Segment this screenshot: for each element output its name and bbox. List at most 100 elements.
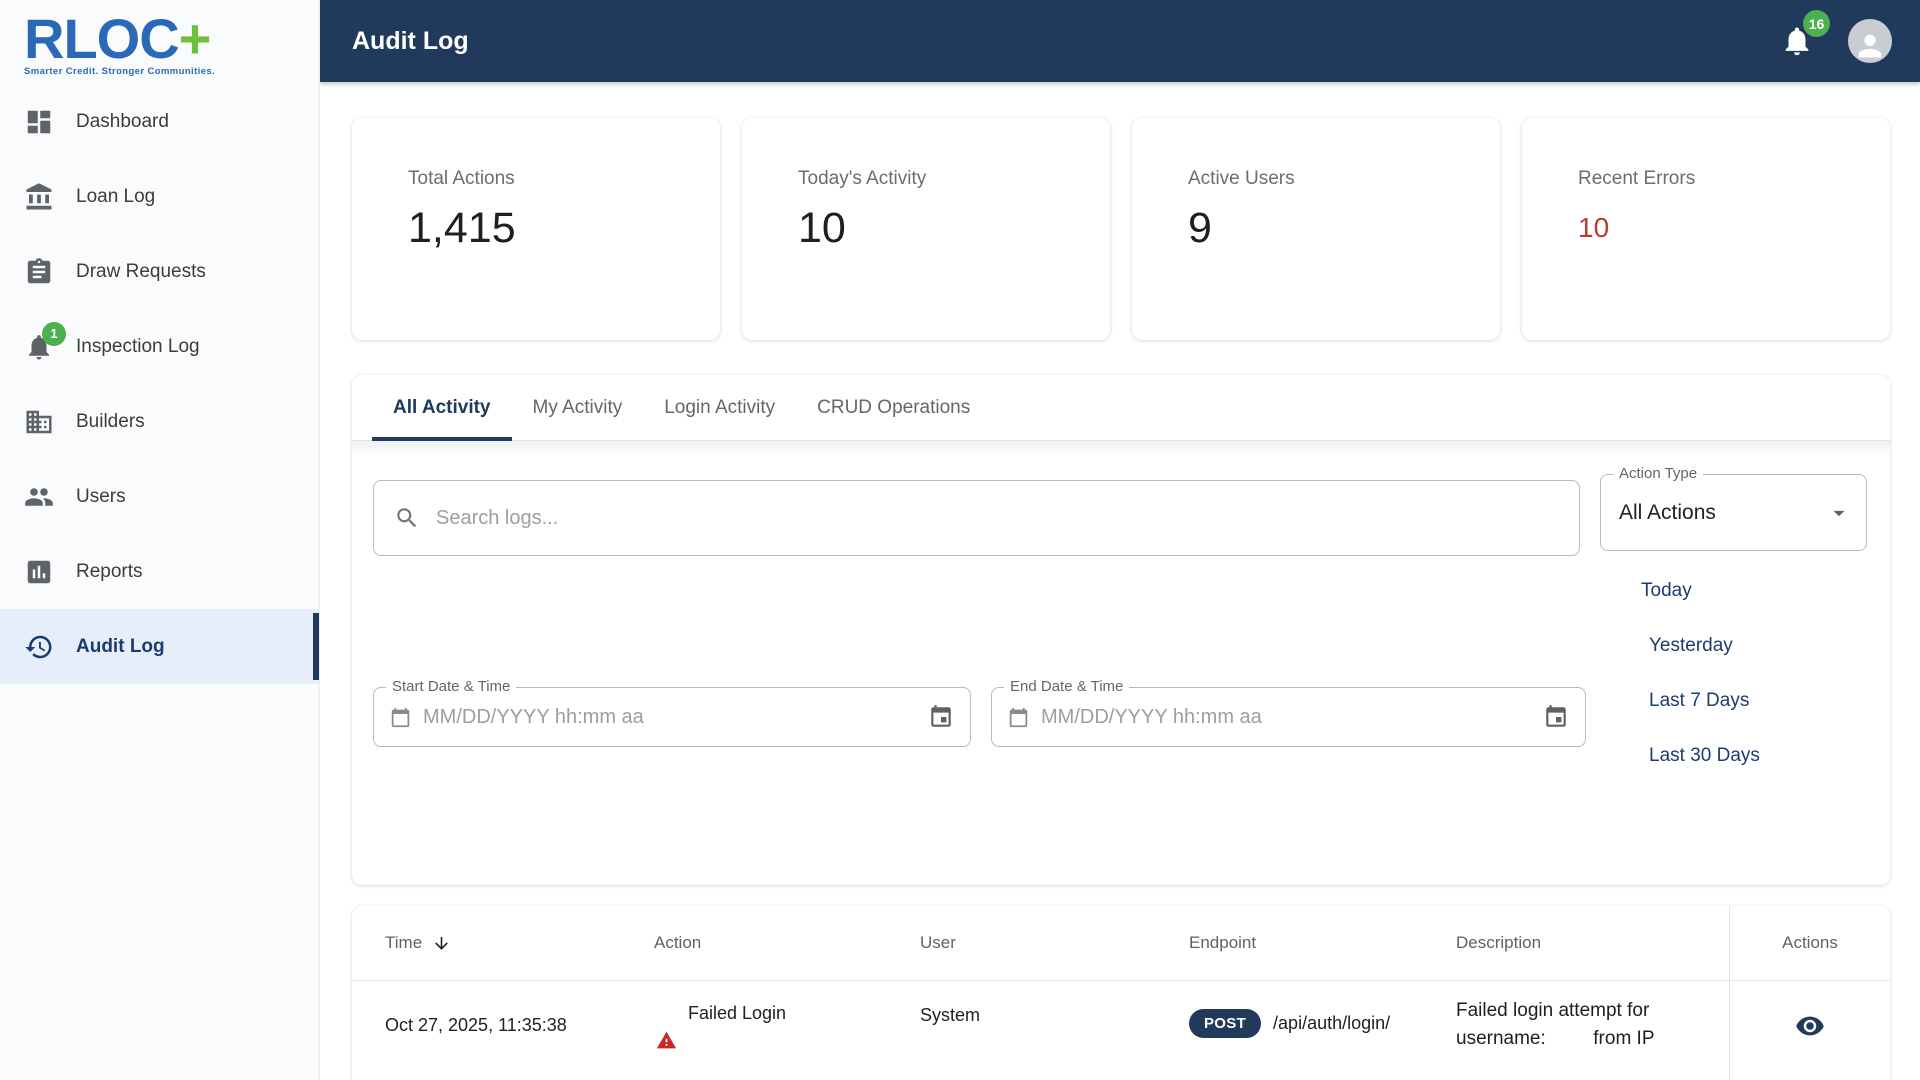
notifications-button[interactable]: 16 [1780,10,1830,58]
stat-card-recent-errors: Recent Errors 10 [1522,118,1890,340]
sidebar-item-builders[interactable]: Builders [0,384,319,459]
tab-shadow [352,441,1890,455]
column-label: Time [385,933,423,952]
column-header-action[interactable]: Action [654,933,920,953]
quick-range-last-7-days[interactable]: Last 7 Days [1649,690,1760,712]
end-date-field[interactable]: End Date & Time MM/DD/YYYY hh:mm aa [991,678,1586,747]
column-header-time[interactable]: Time [385,933,654,953]
view-details-button[interactable] [1795,1011,1825,1041]
quick-range-yesterday[interactable]: Yesterday [1649,635,1760,657]
calendar-icon [1008,707,1029,728]
search-box [373,480,1580,556]
column-label: Endpoint [1189,933,1257,952]
sidebar-item-loan-log[interactable]: Loan Log [0,159,319,234]
action-type-select[interactable]: Action Type All Actions [1600,465,1867,551]
notification-count-badge: 16 [1803,10,1830,37]
column-label: Description [1456,933,1542,952]
column-label: Action [654,933,702,952]
sidebar-item-dashboard[interactable]: Dashboard [0,84,319,159]
main-content: Total Actions 1,415 Today's Activity 10 … [320,82,1920,1080]
action-label: Failed Login [688,1003,787,1023]
quick-range-today[interactable]: Today [1641,580,1760,602]
stat-card-active-users: Active Users 9 [1132,118,1500,340]
action-type-label: Action Type [1613,465,1704,482]
user-avatar[interactable] [1848,19,1892,63]
column-header-user[interactable]: User [920,933,1189,953]
sidebar-item-draw-requests[interactable]: Draw Requests [0,234,319,309]
tab-label: CRUD Operations [817,396,971,418]
activity-tabs: All Activity My Activity Login Activity … [352,375,1890,441]
sidebar-item-label: Builders [76,410,145,432]
calendar-icon [931,705,951,727]
warning-icon [656,1030,920,1051]
tab-all-activity[interactable]: All Activity [372,375,512,441]
endpoint-path: /api/auth/login/ [1273,1013,1391,1033]
stat-card-todays-activity: Today's Activity 10 [742,118,1110,340]
brand-tagline: Smarter Credit. Stronger Communities. [24,66,216,77]
stat-value: 1,415 [408,204,516,252]
start-date-label: Start Date & Time [386,678,517,695]
cell-endpoint: POST /api/auth/login/ [1189,981,1456,1038]
sidebar-item-audit-log[interactable]: Audit Log [0,609,319,684]
quick-date-ranges: Today Yesterday Last 7 Days Last 30 Days [1641,580,1760,767]
bell-icon: 1 [24,321,66,362]
action-type-value: All Actions [1619,500,1716,524]
column-header-endpoint[interactable]: Endpoint [1189,933,1456,953]
sort-descending-icon[interactable] [432,934,451,953]
cell-action: Failed Login [654,981,920,1051]
sidebar-item-label: Reports [76,560,143,582]
table-row[interactable]: Oct 27, 2025, 11:35:38 Failed Login Syst… [352,980,1890,1080]
tab-my-activity[interactable]: My Activity [512,375,644,440]
search-icon [397,508,417,528]
filter-panel: All Activity My Activity Login Activity … [352,375,1890,885]
cell-description: Failed login attempt for username: from … [1456,1000,1655,1049]
column-label: User [920,933,956,952]
start-date-placeholder: MM/DD/YYYY hh:mm aa [423,705,644,728]
eye-icon [1796,1016,1824,1036]
stat-value: 9 [1188,204,1212,252]
audit-log-page: RLOC+ Smarter Credit. Stronger Communiti… [0,0,1920,1080]
cell-actions [1729,981,1890,1080]
sidebar-item-label: Loan Log [76,185,156,207]
stat-label: Total Actions [408,168,515,189]
building-icon [24,407,54,437]
stat-value: 10 [798,204,846,252]
tab-crud-operations[interactable]: CRUD Operations [796,375,991,440]
sidebar: RLOC+ Smarter Credit. Stronger Communiti… [0,0,320,1080]
sidebar-item-users[interactable]: Users [0,459,319,534]
tab-login-activity[interactable]: Login Activity [643,375,796,440]
start-date-field[interactable]: Start Date & Time MM/DD/YYYY hh:mm aa [373,678,971,747]
sidebar-item-label: Audit Log [76,635,165,657]
sidebar-item-inspection-log[interactable]: 1 Inspection Log [0,309,319,384]
sidebar-item-label: Inspection Log [76,335,200,357]
http-method-badge: POST [1189,1009,1262,1038]
bank-icon [24,182,54,212]
stat-card-total-actions: Total Actions 1,415 [352,118,720,340]
sidebar-item-reports[interactable]: Reports [0,534,319,609]
dashboard-icon [24,107,54,137]
calendar-icon [390,707,411,728]
calendar-icon [1546,705,1566,727]
bar-chart-icon [24,557,54,587]
history-icon [24,632,54,662]
tab-label: Login Activity [664,396,776,418]
sidebar-nav: Dashboard Loan Log Draw Requests 1 Inspe… [0,84,319,684]
tab-label: All Activity [393,396,491,418]
stats-row: Total Actions 1,415 Today's Activity 10 … [352,118,1890,340]
person-icon [1858,34,1882,58]
search-input[interactable] [436,506,1559,530]
end-date-placeholder: MM/DD/YYYY hh:mm aa [1041,705,1262,728]
quick-range-last-30-days[interactable]: Last 30 Days [1649,745,1760,767]
sidebar-item-label: Draw Requests [76,260,206,282]
inspection-log-badge: 1 [42,321,66,346]
stat-label: Active Users [1188,168,1295,189]
column-header-actions: Actions [1729,906,1890,980]
column-header-description[interactable]: Description [1456,933,1729,953]
stat-label: Recent Errors [1578,168,1696,189]
brand-name: RLOC [24,7,180,70]
open-calendar-button[interactable] [928,704,954,730]
end-date-label: End Date & Time [1004,678,1130,695]
open-calendar-button[interactable] [1543,704,1569,730]
stat-value-error: 10 [1578,212,1610,243]
tab-label: My Activity [532,396,623,418]
